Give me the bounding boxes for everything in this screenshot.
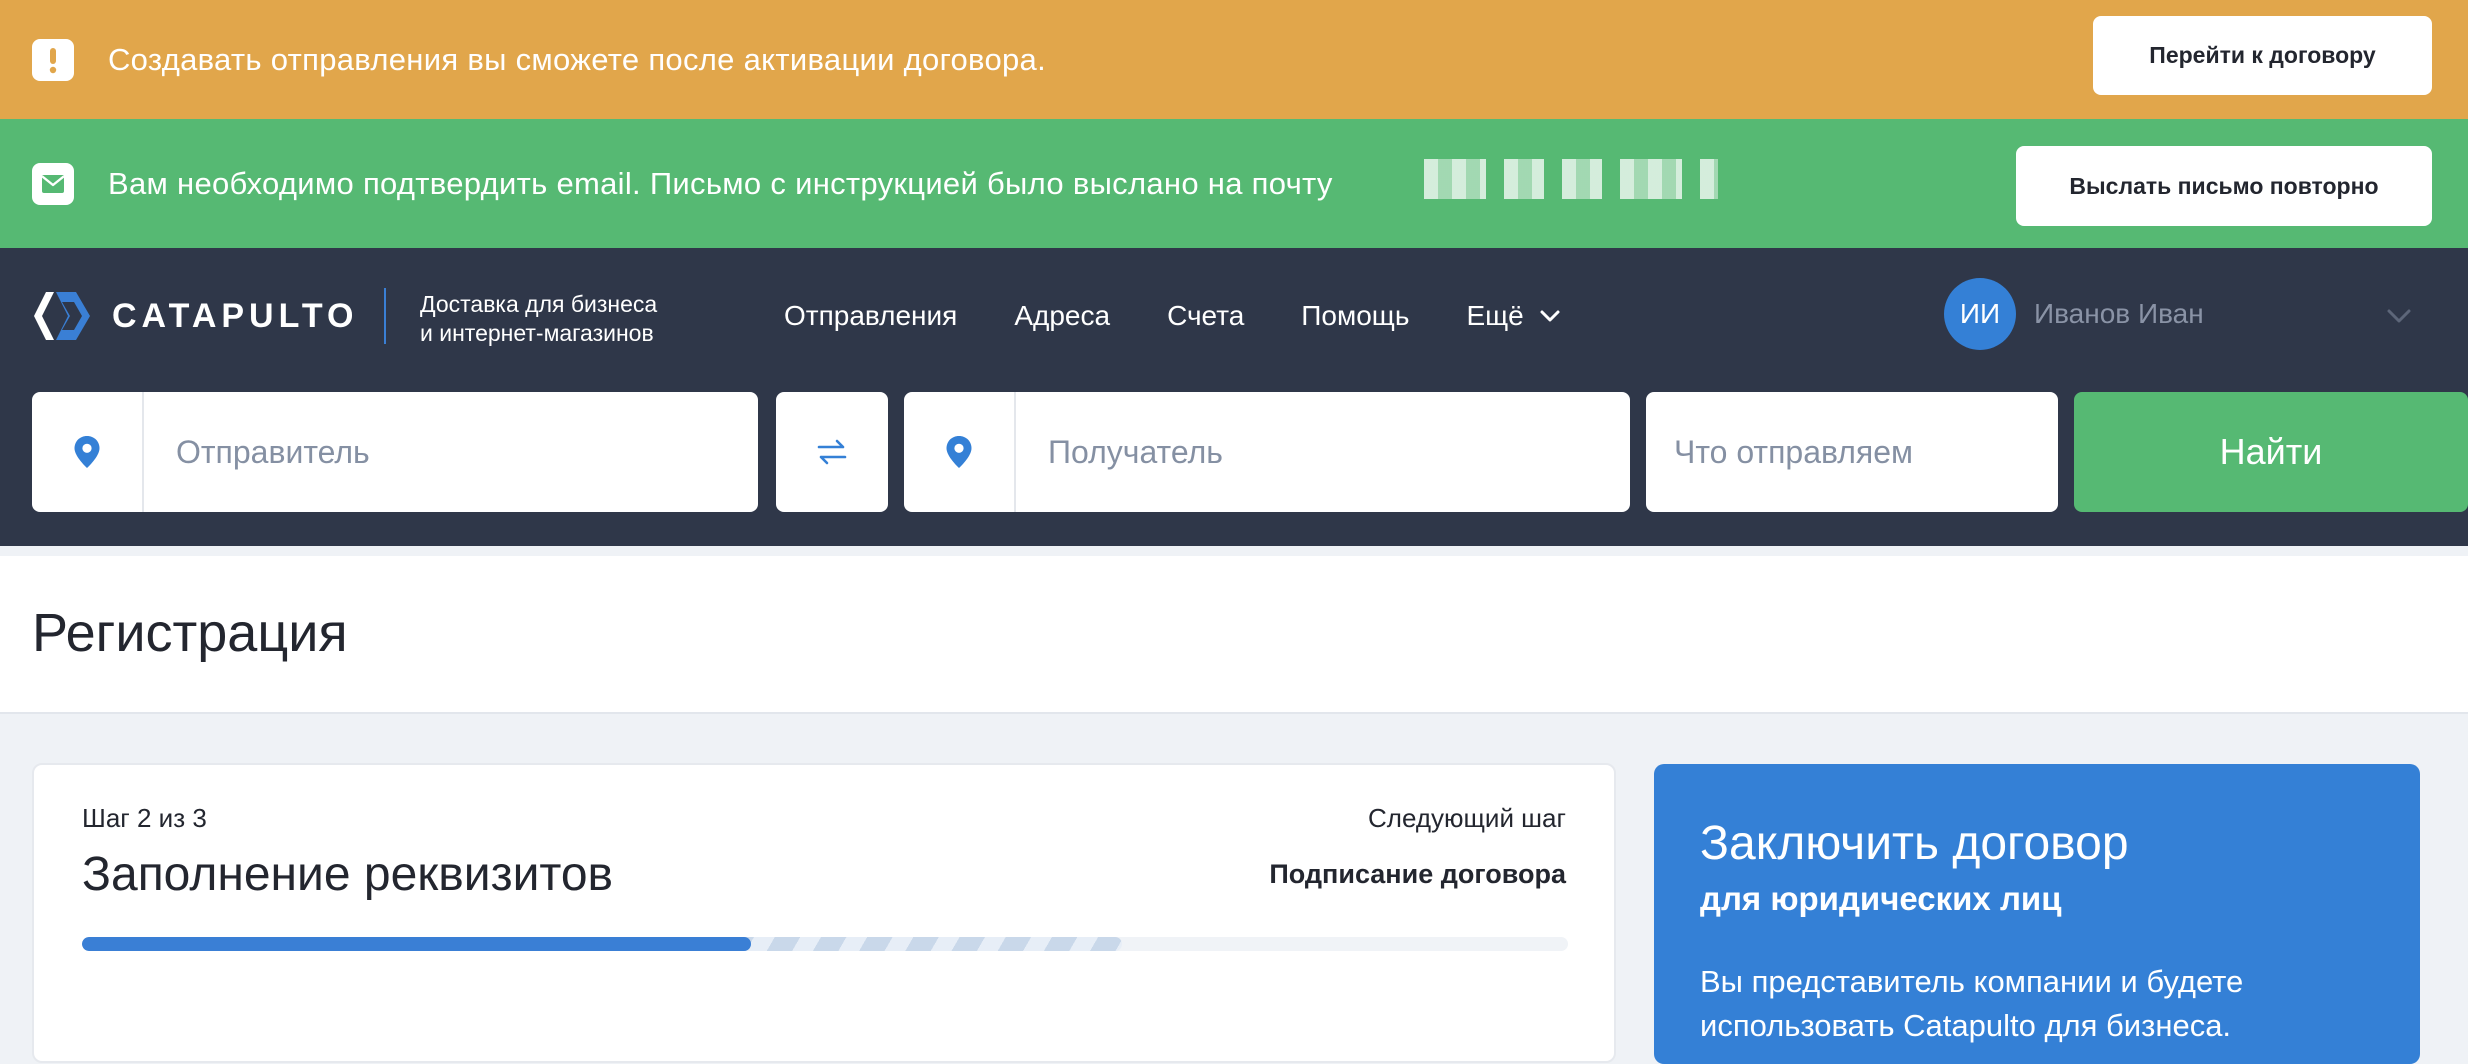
step-counter: Шаг 2 из 3 — [82, 803, 207, 833]
sender-field — [32, 392, 758, 512]
progress-filled-segment — [82, 937, 751, 951]
nav-item-addresses[interactable]: Адреса — [1014, 300, 1110, 332]
page-title-bar: Регистрация — [0, 556, 2468, 714]
next-step-value: Подписание договора — [1269, 859, 1566, 889]
nav-item-invoices[interactable]: Счета — [1167, 300, 1244, 332]
catapulto-logo-icon — [34, 292, 90, 340]
chevron-down-icon — [1540, 310, 1560, 322]
email-confirm-banner: Вам необходимо подтвердить email. Письмо… — [0, 119, 2468, 248]
swap-button[interactable] — [776, 392, 888, 512]
user-menu[interactable]: ИИ Иванов Иван — [1944, 278, 2204, 350]
promo-text: Вы представитель компании и будете испол… — [1700, 964, 2244, 1043]
sender-pin-cell — [32, 392, 144, 512]
tagline-line-2: и интернет-магазинов — [420, 320, 654, 346]
nav-item-more-label: Ещё — [1466, 300, 1524, 331]
resend-email-button[interactable]: Выслать письмо повторно — [2016, 146, 2432, 226]
logo-divider — [384, 288, 386, 344]
find-button[interactable]: Найти — [2074, 392, 2468, 512]
cargo-field — [1646, 392, 2058, 512]
user-menu-chevron-icon[interactable] — [2384, 306, 2414, 326]
tagline: Доставка для бизнеса и интернет-магазино… — [420, 290, 720, 348]
location-pin-icon — [74, 436, 100, 468]
nav-item-shipments[interactable]: Отправления — [784, 300, 957, 332]
step-progress-bar — [82, 937, 1568, 951]
promo-title: Заключить договор — [1700, 817, 2129, 870]
main-nav: Отправления Адреса Счета Помощь Ещё — [784, 300, 1562, 332]
logo-wordmark: CATAPULTO — [112, 296, 359, 335]
user-name: Иванов Иван — [2034, 298, 2204, 329]
recipient-pin-cell — [904, 392, 1016, 512]
envelope-icon — [32, 162, 74, 205]
cargo-input[interactable] — [1646, 392, 2058, 512]
exclamation-icon — [32, 38, 74, 81]
location-pin-icon — [946, 436, 972, 468]
avatar: ИИ — [1944, 278, 2016, 350]
contract-warning-text: Создавать отправления вы сможете после а… — [108, 41, 1046, 77]
nav-item-help[interactable]: Помощь — [1301, 300, 1409, 332]
step-title: Заполнение реквизитов — [82, 848, 614, 901]
recipient-field — [904, 392, 1630, 512]
legal-entity-promo-card[interactable]: Заключить договор для юридических лиц Вы… — [1654, 764, 2420, 1064]
sender-input[interactable] — [144, 392, 758, 512]
redacted-email — [1424, 159, 1718, 199]
go-to-contract-button[interactable]: Перейти к договору — [2093, 16, 2432, 95]
contract-warning-banner: Создавать отправления вы сможете после а… — [0, 0, 2468, 119]
next-step-label: Следующий шаг — [1368, 803, 1566, 833]
email-confirm-text: Вам необходимо подтвердить email. Письмо… — [108, 165, 1333, 201]
tagline-line-1: Доставка для бизнеса — [420, 291, 658, 317]
nav-item-more[interactable]: Ещё — [1466, 300, 1561, 332]
promo-subtitle: для юридических лиц — [1700, 880, 2062, 917]
registration-step-card: Шаг 2 из 3 Заполнение реквизитов Следующ… — [32, 763, 1616, 1063]
page-title: Регистрация — [32, 603, 348, 663]
recipient-input[interactable] — [1016, 392, 1630, 512]
catapulto-logo[interactable]: CATAPULTO — [32, 290, 358, 342]
site-header: CATAPULTO Доставка для бизнеса и интерне… — [0, 248, 2468, 546]
swap-arrows-icon — [817, 439, 847, 465]
